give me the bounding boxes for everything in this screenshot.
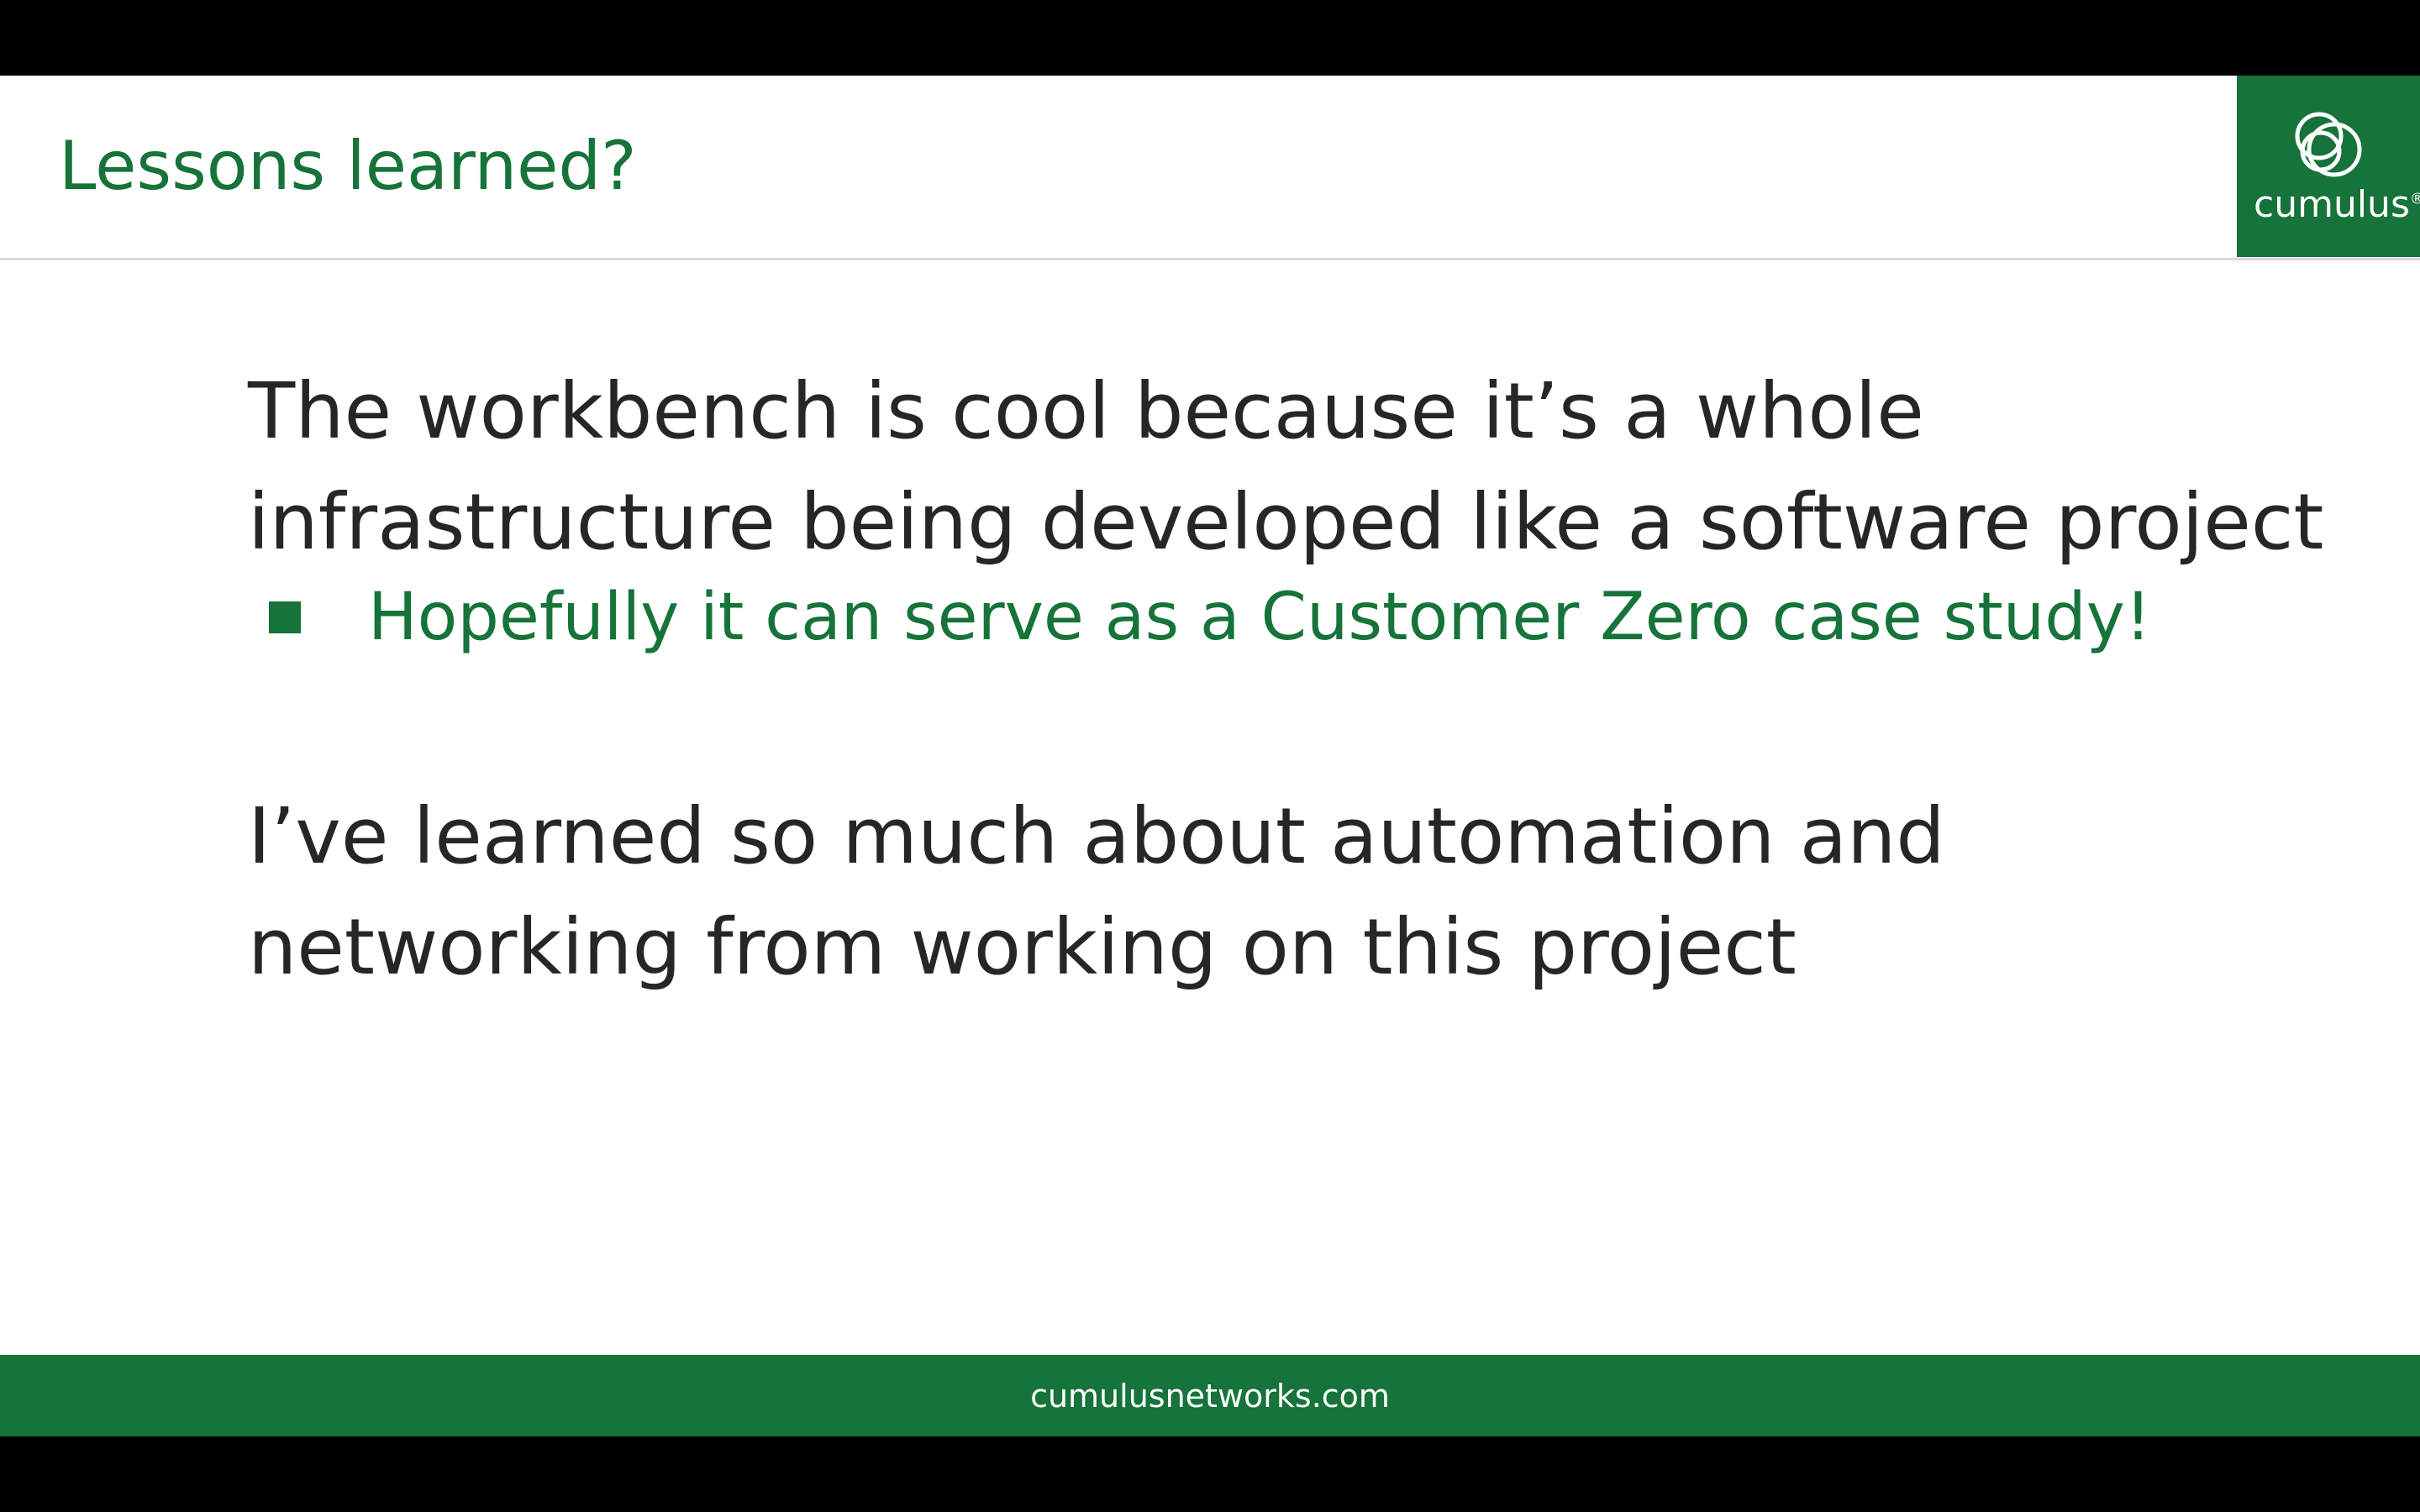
paragraph-learned: I’ve learned so much about automation an… — [248, 781, 1945, 1003]
logo-text: cumulus — [2254, 183, 2410, 226]
paragraph-line: The workbench is cool because it’s a who… — [248, 366, 1924, 456]
header-divider — [0, 258, 2420, 260]
letterbox-bottom — [0, 1436, 2420, 1512]
cumulus-logo: cumulus® — [2237, 76, 2420, 257]
slide-title: Lessons learned? — [59, 127, 637, 205]
presentation-slide: Lessons learned? cumulus® The workbench … — [0, 76, 2420, 1436]
square-bullet-icon — [269, 601, 301, 633]
paragraph-line: networking from working on this project — [248, 902, 1797, 992]
logo-wordmark: cumulus® — [2254, 183, 2420, 228]
footer-url: cumulusnetworks.com — [1030, 1377, 1390, 1415]
letterbox-top — [0, 0, 2420, 76]
bullet-item: Hopefully it can serve as a Customer Zer… — [269, 575, 2151, 659]
footer-bar: cumulusnetworks.com — [0, 1355, 2420, 1436]
bullet-text: Hopefully it can serve as a Customer Zer… — [368, 580, 2152, 655]
paragraph-line: infrastructure being developed like a so… — [248, 477, 2324, 567]
cumulus-rings-icon — [2295, 112, 2362, 177]
paragraph-workbench: The workbench is cool because it’s a who… — [248, 356, 2323, 578]
trademark-symbol: ® — [2409, 190, 2420, 208]
paragraph-line: I’ve learned so much about automation an… — [248, 791, 1945, 881]
